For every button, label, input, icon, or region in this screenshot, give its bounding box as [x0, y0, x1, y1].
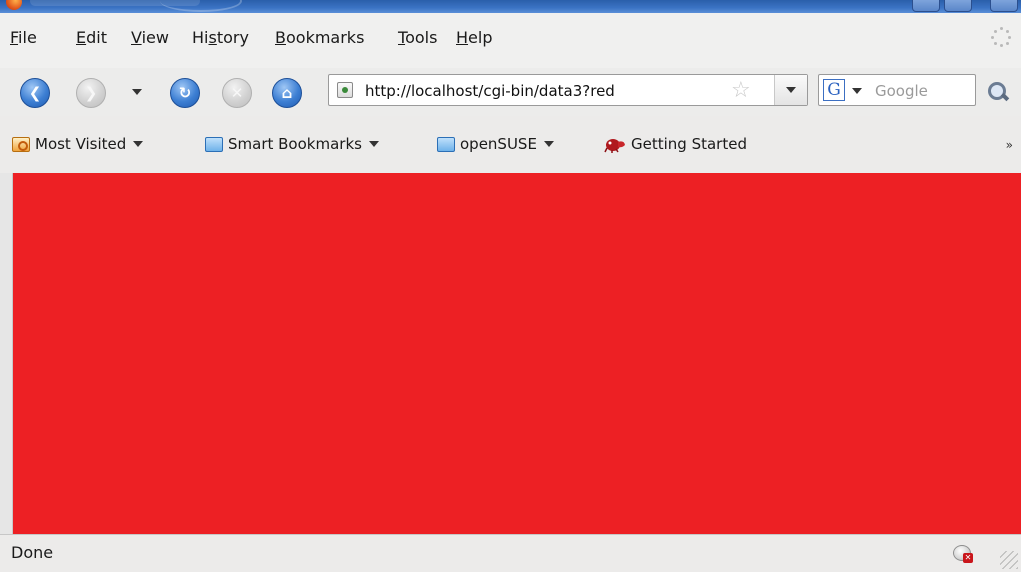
- menu-help-accel: H: [456, 28, 469, 47]
- page-content[interactable]: [13, 173, 1021, 534]
- menu-file-label: ile: [18, 28, 37, 47]
- minimize-button[interactable]: [912, 0, 940, 12]
- stop-button[interactable]: ✕: [222, 78, 252, 108]
- menu-history-accel: s: [208, 28, 217, 47]
- url-text[interactable]: http://localhost/cgi-bin/data3?red: [365, 82, 615, 100]
- throbber-icon: [991, 27, 1011, 47]
- forward-arrow-icon: ❯: [84, 84, 98, 102]
- offline-status-icon[interactable]: ✕: [953, 543, 975, 563]
- reload-icon: ↻: [178, 84, 192, 102]
- dropdown-arrow-icon: [786, 87, 796, 93]
- menu-help-label: elp: [468, 28, 493, 47]
- bookmark-opensuse[interactable]: openSUSE: [437, 135, 554, 153]
- titlebar-decoration: [160, 0, 242, 12]
- menu-file[interactable]: File: [10, 28, 37, 47]
- bookmarks-overflow-chevron[interactable]: »: [1006, 138, 1013, 152]
- navigation-toolbar: ❮ ❯ ↻ ✕ ⌂ http://localhost/cgi-bin/data3…: [0, 68, 1021, 116]
- home-icon: ⌂: [281, 84, 293, 102]
- chevron-down-icon: [133, 141, 144, 147]
- forward-button[interactable]: ❯: [76, 78, 106, 108]
- menu-view-accel: V: [131, 28, 142, 47]
- folder-icon: [205, 136, 223, 152]
- gecko-icon: [604, 136, 626, 153]
- firefox-icon: [6, 0, 22, 10]
- menu-bar: File Edit View History Bookmarks Tools H…: [0, 13, 1021, 68]
- menu-bookmarks-label: ookmarks: [285, 28, 365, 47]
- menu-edit-label: dit: [86, 28, 107, 47]
- menu-history-label: tory: [216, 28, 249, 47]
- menu-bookmarks-accel: B: [275, 28, 286, 47]
- maximize-button[interactable]: [944, 0, 972, 12]
- back-arrow-icon: ❮: [28, 84, 42, 102]
- menu-bookmarks[interactable]: Bookmarks: [275, 28, 364, 47]
- home-button[interactable]: ⌂: [272, 78, 302, 108]
- menu-history[interactable]: History: [192, 28, 249, 47]
- resize-grip[interactable]: [1000, 551, 1018, 569]
- menu-view-label: iew: [141, 28, 169, 47]
- url-history-dropdown[interactable]: [774, 75, 807, 105]
- bookmark-label: Most Visited: [35, 135, 127, 153]
- reload-button[interactable]: ↻: [170, 78, 200, 108]
- window-titlebar: [0, 0, 1021, 13]
- bookmark-label: openSUSE: [460, 135, 537, 153]
- bookmark-most-visited[interactable]: Most Visited: [12, 135, 144, 153]
- close-button[interactable]: [990, 0, 1018, 12]
- stop-icon: ✕: [230, 84, 244, 102]
- menu-history-prefix: Hi: [192, 28, 209, 47]
- menu-help[interactable]: Help: [456, 28, 492, 47]
- bookmark-getting-started[interactable]: Getting Started: [604, 135, 747, 153]
- search-engine-icon[interactable]: G: [823, 79, 845, 101]
- url-bar[interactable]: http://localhost/cgi-bin/data3?red ☆: [328, 74, 808, 106]
- menu-tools-accel: T: [398, 28, 406, 47]
- status-text: Done: [11, 543, 54, 562]
- folder-icon: [437, 136, 455, 152]
- status-bar: Done ✕: [0, 534, 1021, 572]
- bookmark-label: Getting Started: [631, 135, 747, 153]
- menu-view[interactable]: View: [131, 28, 169, 47]
- search-icon[interactable]: [986, 80, 1010, 104]
- menu-edit-accel: E: [76, 28, 87, 47]
- search-input[interactable]: Google: [875, 82, 928, 100]
- most-visited-folder-icon: [12, 136, 30, 152]
- bookmark-smart-bookmarks[interactable]: Smart Bookmarks: [205, 135, 379, 153]
- menu-file-accel: F: [10, 28, 19, 47]
- back-button[interactable]: ❮: [20, 78, 50, 108]
- search-bar[interactable]: G Google: [818, 74, 976, 106]
- bookmark-star-icon[interactable]: ☆: [731, 78, 751, 103]
- bookmarks-toolbar: Most Visited Smart Bookmarks openSUSE Ge…: [0, 116, 1021, 173]
- sidebar-edge: [0, 173, 13, 534]
- menu-edit[interactable]: Edit: [76, 28, 107, 47]
- menu-tools[interactable]: Tools: [398, 28, 437, 47]
- history-dropdown-icon[interactable]: [132, 89, 142, 95]
- chevron-down-icon: [368, 141, 379, 147]
- search-engine-dropdown-icon[interactable]: [852, 88, 862, 94]
- site-identity-icon[interactable]: [337, 82, 353, 98]
- chevron-down-icon: [543, 141, 554, 147]
- menu-tools-label: ools: [405, 28, 438, 47]
- bookmark-label: Smart Bookmarks: [228, 135, 362, 153]
